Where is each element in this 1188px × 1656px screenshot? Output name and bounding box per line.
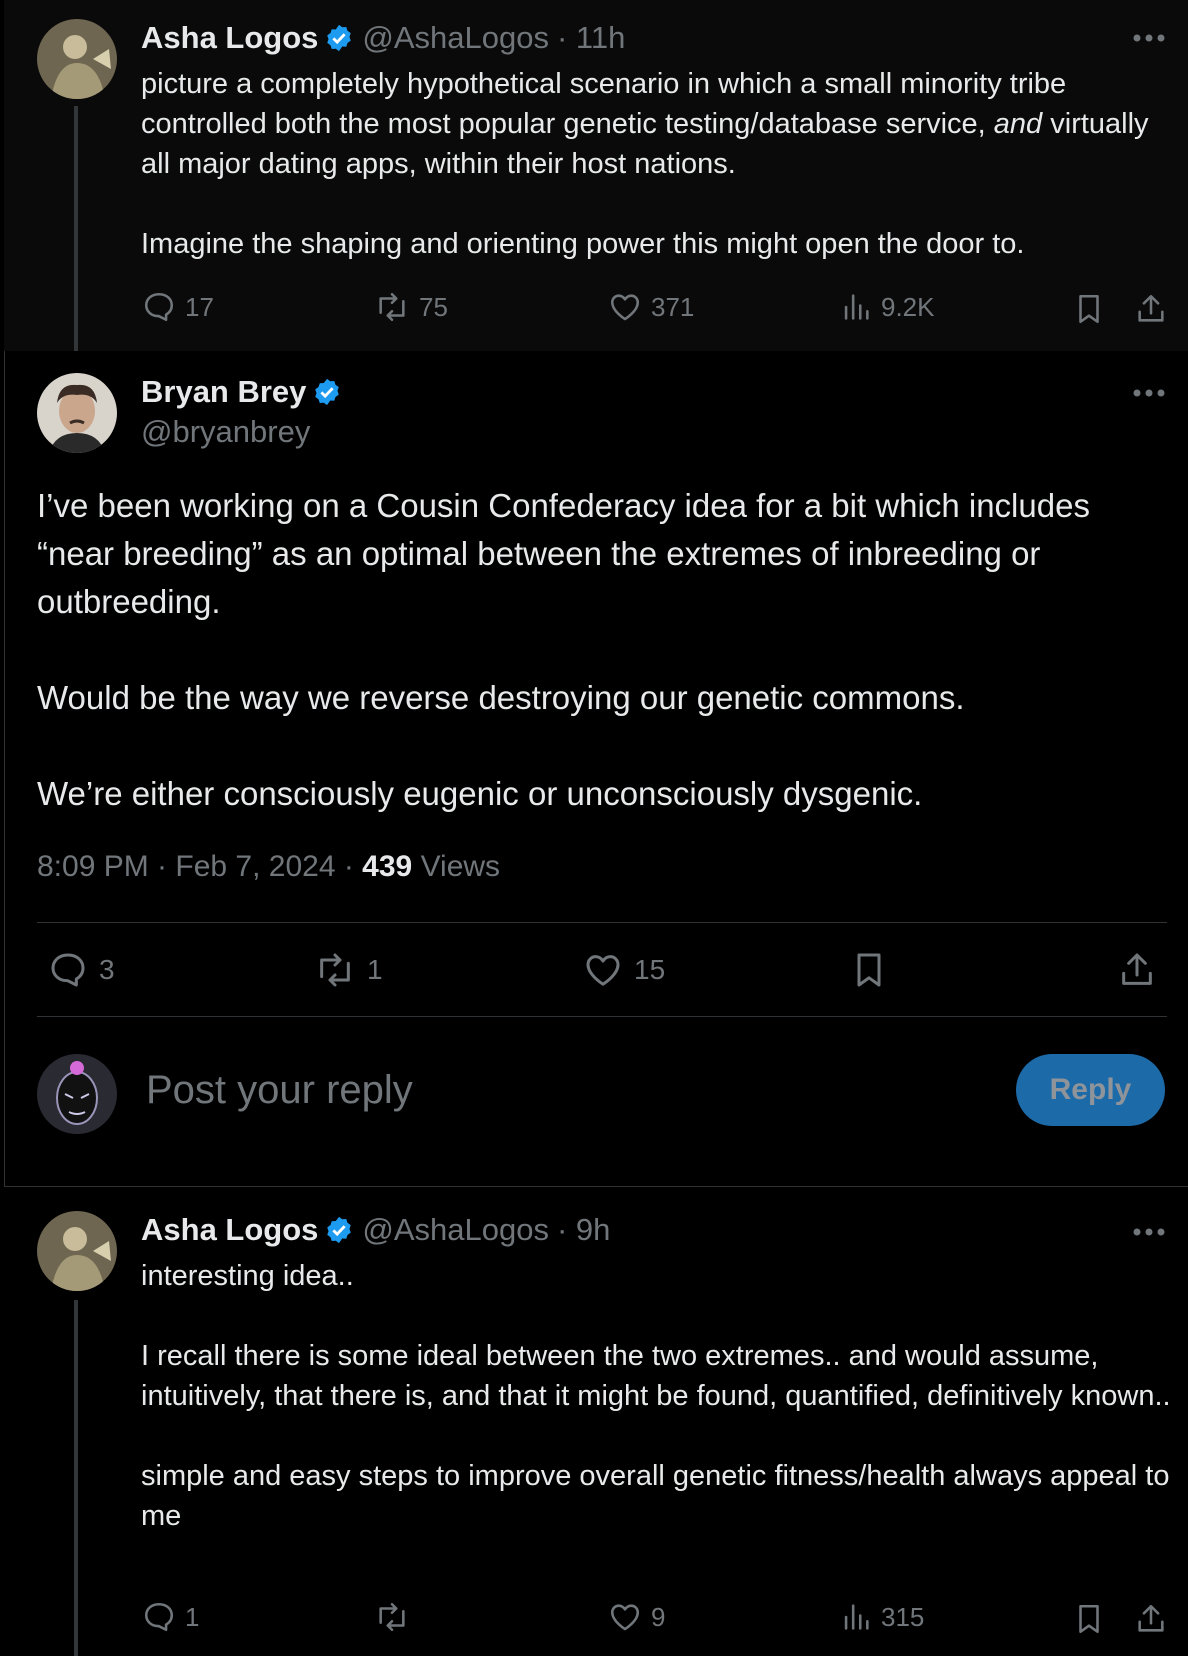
reply-icon bbox=[141, 1600, 185, 1634]
avatar[interactable] bbox=[37, 373, 117, 453]
tweet-text-para: I’ve been working on a Cousin Confederac… bbox=[37, 487, 1090, 620]
tweet-text: interesting idea.. I recall there is som… bbox=[141, 1256, 1171, 1536]
like-count: 371 bbox=[651, 291, 695, 322]
reply-button[interactable]: 1 bbox=[141, 1600, 199, 1634]
avatar[interactable] bbox=[37, 1054, 117, 1134]
heart-icon bbox=[607, 1600, 651, 1634]
heart-icon bbox=[582, 950, 634, 990]
divider bbox=[37, 1016, 1167, 1017]
post-time[interactable]: · 9h bbox=[557, 1212, 610, 1248]
reply-count: 17 bbox=[185, 291, 214, 322]
repost-button[interactable]: 75 bbox=[373, 290, 448, 324]
bookmark-icon bbox=[849, 948, 899, 992]
bookmark-icon bbox=[1072, 290, 1114, 328]
views-count: 439 bbox=[362, 850, 413, 883]
heart-icon bbox=[607, 290, 651, 324]
thread-line bbox=[74, 106, 78, 351]
tweet-text-para: We’re either consciously eugenic or unco… bbox=[37, 775, 923, 812]
tweet-text-italic: and bbox=[993, 108, 1043, 140]
author-name[interactable]: Asha Logos bbox=[141, 1212, 318, 1248]
avatar[interactable] bbox=[37, 19, 117, 99]
reply-button[interactable]: 3 bbox=[47, 950, 115, 990]
repost-icon bbox=[373, 290, 419, 324]
reply-count: 3 bbox=[99, 954, 115, 985]
views-count: 9.2K bbox=[881, 291, 935, 322]
divider bbox=[37, 922, 1167, 923]
more-options-icon[interactable] bbox=[1132, 383, 1166, 403]
thread-line bbox=[74, 1300, 78, 1656]
more-options-icon[interactable] bbox=[1132, 28, 1166, 48]
like-count: 9 bbox=[651, 1601, 666, 1632]
bookmark-button[interactable] bbox=[849, 948, 899, 992]
tweet-text-para: simple and easy steps to improve overall… bbox=[141, 1460, 1170, 1532]
verified-badge-icon bbox=[324, 23, 354, 53]
bookmark-button[interactable] bbox=[1072, 290, 1114, 328]
repost-icon bbox=[313, 950, 367, 990]
analytics-icon bbox=[839, 1600, 881, 1634]
repost-button[interactable] bbox=[373, 1600, 419, 1634]
post-timestamp[interactable]: 8:09 PM · Feb 7, 2024 · bbox=[37, 850, 362, 883]
reply-button[interactable]: 17 bbox=[141, 290, 214, 324]
tweet-header: Asha Logos @AshaLogos · 11h bbox=[141, 20, 625, 56]
repost-icon bbox=[373, 1600, 419, 1634]
author-handle[interactable]: @AshaLogos bbox=[362, 20, 549, 56]
share-icon bbox=[1134, 1600, 1176, 1638]
post-time[interactable]: · 11h bbox=[557, 20, 625, 56]
reply-icon bbox=[47, 950, 99, 990]
like-button[interactable]: 15 bbox=[582, 950, 665, 990]
share-icon bbox=[1117, 948, 1167, 992]
like-count: 15 bbox=[634, 954, 666, 985]
verified-badge-icon bbox=[324, 1215, 354, 1245]
share-icon bbox=[1134, 290, 1176, 328]
share-button[interactable] bbox=[1117, 948, 1167, 992]
tweet-header: Bryan Brey bbox=[141, 374, 350, 410]
author-handle[interactable]: @AshaLogos bbox=[362, 1212, 549, 1248]
repost-count: 75 bbox=[419, 291, 448, 322]
tweet-text-para: Imagine the shaping and orienting power … bbox=[141, 228, 1025, 260]
avatar[interactable] bbox=[37, 1211, 117, 1291]
analytics-icon bbox=[839, 290, 881, 324]
main-tweet-text: I’ve been working on a Cousin Confederac… bbox=[37, 482, 1167, 866]
tweet-header: Asha Logos @AshaLogos · 9h bbox=[141, 1212, 610, 1248]
reply-input[interactable]: Post your reply bbox=[146, 1068, 413, 1113]
repost-button[interactable]: 1 bbox=[313, 950, 383, 990]
share-button[interactable] bbox=[1134, 290, 1176, 328]
like-button[interactable]: 9 bbox=[607, 1600, 665, 1634]
author-handle[interactable]: @bryanbrey bbox=[141, 414, 310, 450]
verified-badge-icon bbox=[312, 377, 342, 407]
left-border bbox=[4, 351, 5, 1186]
tweet-text-para: interesting idea.. bbox=[141, 1260, 354, 1292]
share-button[interactable] bbox=[1134, 1600, 1176, 1638]
tweet-text-para: I recall there is some ideal between the… bbox=[141, 1340, 1171, 1412]
tweet-text: picture a completely hypothetical scenar… bbox=[141, 64, 1171, 264]
author-name[interactable]: Bryan Brey bbox=[141, 374, 306, 410]
views-button[interactable]: 315 bbox=[839, 1600, 924, 1634]
views-button[interactable]: 9.2K bbox=[839, 290, 935, 324]
tweet-meta: 8:09 PM · Feb 7, 2024 · 439 Views bbox=[37, 850, 500, 884]
reply-submit-button[interactable]: Reply bbox=[1016, 1054, 1165, 1126]
like-button[interactable]: 371 bbox=[607, 290, 694, 324]
tweet-text-para: Would be the way we reverse destroying o… bbox=[37, 679, 965, 716]
divider bbox=[4, 1186, 1188, 1187]
views-count: 315 bbox=[881, 1601, 925, 1632]
reply-icon bbox=[141, 290, 185, 324]
bookmark-icon bbox=[1072, 1600, 1114, 1638]
tweet-text-part: picture a completely hypothetical scenar… bbox=[141, 68, 1067, 140]
repost-count: 1 bbox=[367, 954, 383, 985]
reply-count: 1 bbox=[185, 1601, 200, 1632]
author-name[interactable]: Asha Logos bbox=[141, 20, 318, 56]
more-options-icon[interactable] bbox=[1132, 1222, 1166, 1242]
bookmark-button[interactable] bbox=[1072, 1600, 1114, 1638]
views-label: Views bbox=[412, 850, 501, 883]
